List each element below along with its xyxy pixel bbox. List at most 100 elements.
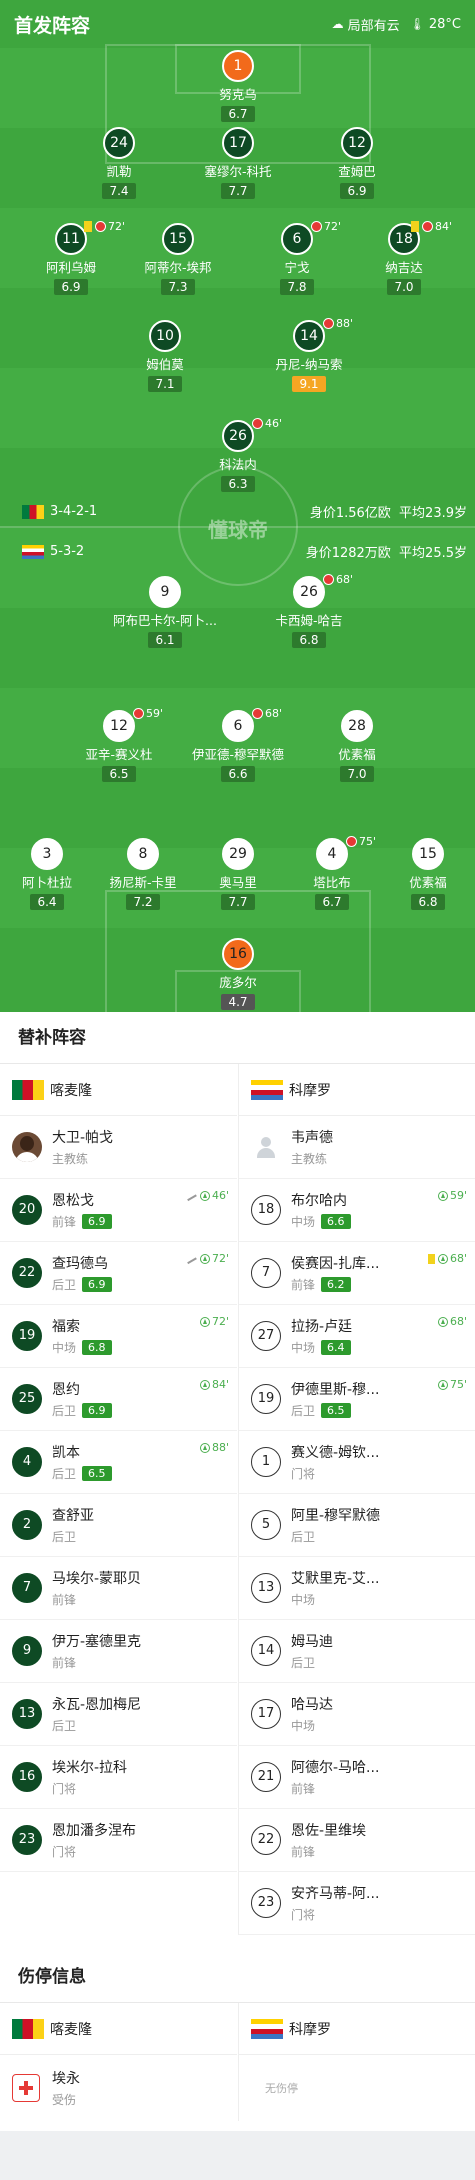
sub-player-row[interactable]: 2 查舒亚 后卫	[0, 1494, 237, 1557]
player-name: 庞多尔	[219, 975, 257, 990]
player-rating: 7.7	[221, 894, 255, 910]
sub-player-row[interactable]: 25 恩约 后卫 6.9 84'	[0, 1368, 237, 1431]
sub-player-row[interactable]: 4 凯本 后卫 6.5 88'	[0, 1431, 237, 1494]
player-events: 72'	[310, 220, 341, 233]
sub-player-row[interactable]: 13 永瓦-恩加梅尼 后卫	[0, 1683, 237, 1746]
injured-player-name: 埃永	[52, 2071, 80, 2087]
event-minute: 72'	[211, 1252, 229, 1265]
comoros-flag-icon	[22, 544, 44, 559]
player-away[interactable]: 15 优素福 6.8	[363, 838, 475, 910]
player-rating: 6.8	[292, 632, 326, 648]
no-injury-text: 无伤停	[265, 2082, 298, 2095]
sub-player-row[interactable]: 18 布尔哈内 中场 6.6 59'	[239, 1179, 475, 1242]
player-name: 阿蒂尔-埃邦	[144, 260, 212, 275]
sub-event: 68'	[437, 1315, 467, 1328]
coach-row[interactable]: 韦声德 主教练	[239, 1116, 475, 1179]
player-number: 7	[12, 1573, 42, 1603]
player-home[interactable]: 15 阿蒂尔-埃邦 7.3	[113, 223, 243, 295]
player-away[interactable]: 6 68' 伊亚德-穆罕默德 6.6	[173, 707, 303, 782]
player-name: 安齐马蒂-阿...	[291, 1886, 380, 1902]
subs-panel: 喀麦隆 大卫-帕戈 主教练 20 恩松戈 前锋 6.9 46' 22 查玛德乌 后卫 6.9 72'…	[0, 1064, 475, 1951]
thermometer-icon: 🌡	[409, 17, 425, 31]
sub-out-icon	[133, 708, 144, 719]
player-position: 前锋	[291, 1278, 316, 1292]
sub-player-row[interactable]: 14 姆马迪 后卫	[239, 1620, 475, 1683]
sub-in-icon	[199, 1379, 210, 1390]
player-rating: 6.5	[102, 766, 136, 782]
player-rating: 7.7	[221, 183, 255, 199]
yellow-card-icon	[84, 221, 92, 232]
event-minute: 46'	[211, 1189, 229, 1202]
player-rating: 7.0	[387, 279, 421, 295]
sub-player-row[interactable]: 7 侯赛因-扎库... 前锋 6.2 68'	[239, 1242, 475, 1305]
sub-player-row[interactable]: 22 查玛德乌 后卫 6.9 72'	[0, 1242, 237, 1305]
injury-row[interactable]: 埃永 受伤	[0, 2055, 237, 2121]
sub-player-row[interactable]: 23 安齐马蒂-阿... 门将	[239, 1872, 475, 1935]
player-position: 门将	[291, 1467, 316, 1481]
player-number: 6	[281, 223, 313, 255]
sub-player-row[interactable]: 27 拉扬-卢廷 中场 6.4 68'	[239, 1305, 475, 1368]
sub-player-row[interactable]: 19 伊德里斯-穆... 后卫 6.5 75'	[239, 1368, 475, 1431]
player-rating: 6.6	[221, 766, 255, 782]
player-rating: 7.4	[102, 183, 136, 199]
player-name: 凯勒	[106, 164, 132, 179]
sub-player-row[interactable]: 22 恩佐-里维埃 前锋	[239, 1809, 475, 1872]
player-number: 28	[341, 710, 373, 742]
player-away-gk[interactable]: 16 庞多尔 4.7	[173, 938, 303, 1010]
player-position: 前锋	[52, 1215, 77, 1229]
home-formation-row: 3-4-2-1 身价1.56亿欧 平均23.9岁	[22, 502, 467, 521]
sub-player-row[interactable]: 19 福索 中场 6.8 72'	[0, 1305, 237, 1368]
sub-player-row[interactable]: 16 埃米尔-拉科 门将	[0, 1746, 237, 1809]
player-name: 科法内	[219, 457, 257, 472]
player-name: 阿德尔-马哈...	[291, 1760, 380, 1776]
player-rating: 6.9	[340, 183, 374, 199]
cameroon-flag-icon	[22, 504, 44, 519]
player-home[interactable]: 24 凯勒 7.4	[54, 127, 184, 199]
sub-player-row[interactable]: 23 恩加潘多涅布 门将	[0, 1809, 237, 1872]
player-name: 马埃尔-蒙耶贝	[52, 1571, 142, 1587]
player-events: 68'	[251, 707, 282, 720]
player-away[interactable]: 26 68' 卡西姆-哈吉 6.8	[244, 573, 374, 648]
player-home[interactable]: 12 查姆巴 6.9	[292, 127, 422, 199]
team-name: 喀麦隆	[50, 1082, 92, 1099]
event-minute: 46'	[265, 417, 283, 430]
sub-player-row[interactable]: 13 艾默里克-艾... 中场	[239, 1557, 475, 1620]
player-position: 后卫	[52, 1404, 77, 1418]
coach-role: 主教练	[52, 1152, 89, 1166]
coach-role: 主教练	[291, 1152, 328, 1166]
player-home-gk[interactable]: 1 努克乌 6.7	[173, 50, 303, 122]
player-away[interactable]: 9 阿布巴卡尔-阿卜... 6.1	[100, 576, 230, 648]
player-number: 26	[293, 576, 325, 608]
player-home[interactable]: 17 塞缪尔-科托 7.7	[173, 127, 303, 199]
player-home[interactable]: 18 84' 纳吉达 7.0	[339, 220, 469, 295]
pitch: 首发阵容 ☁ 局部有云 🌡 28°C 懂球帝 1 努克乌 6.7 24 凯勒 7…	[0, 0, 475, 1012]
sub-player-row[interactable]: 1 赛义德-姆钦... 门将	[239, 1431, 475, 1494]
sub-player-row[interactable]: 9 伊万-塞德里克 前锋	[0, 1620, 237, 1683]
sub-event: 72'	[199, 1315, 229, 1328]
player-away[interactable]: 28 优素福 7.0	[292, 710, 422, 782]
sub-player-row[interactable]: 21 阿德尔-马哈... 前锋	[239, 1746, 475, 1809]
home-formation: 3-4-2-1	[22, 504, 97, 519]
player-position: 后卫	[291, 1656, 316, 1670]
sub-out-icon	[252, 418, 263, 429]
coach-row[interactable]: 大卫-帕戈 主教练	[0, 1116, 237, 1179]
sub-in-icon	[199, 1190, 210, 1201]
player-home[interactable]: 26 46' 科法内 6.3	[173, 417, 303, 492]
player-rating: 6.9	[54, 279, 88, 295]
sub-player-row[interactable]: 20 恩松戈 前锋 6.9 46'	[0, 1179, 237, 1242]
sub-player-row[interactable]: 17 哈马达 中场	[239, 1683, 475, 1746]
top-bar: 首发阵容 ☁ 局部有云 🌡 28°C	[0, 0, 475, 48]
player-number: 23	[251, 1888, 281, 1918]
sub-player-row[interactable]: 7 马埃尔-蒙耶贝 前锋	[0, 1557, 237, 1620]
sub-player-row[interactable]: 5 阿里-穆罕默德 后卫	[239, 1494, 475, 1557]
sub-event: 72'	[185, 1252, 229, 1265]
player-name: 永瓦-恩加梅尼	[52, 1697, 142, 1713]
player-rating: 7.8	[280, 279, 314, 295]
player-name: 恩约	[52, 1382, 80, 1398]
player-home[interactable]: 10 姆伯莫 7.1	[100, 320, 230, 392]
player-number: 20	[12, 1195, 42, 1225]
player-away[interactable]: 12 59' 亚辛-赛义杜 6.5	[54, 707, 184, 782]
sub-out-icon	[311, 221, 322, 232]
player-position: 中场	[291, 1215, 316, 1229]
player-home[interactable]: 14 88' 丹尼-纳马索 9.1	[244, 317, 374, 392]
